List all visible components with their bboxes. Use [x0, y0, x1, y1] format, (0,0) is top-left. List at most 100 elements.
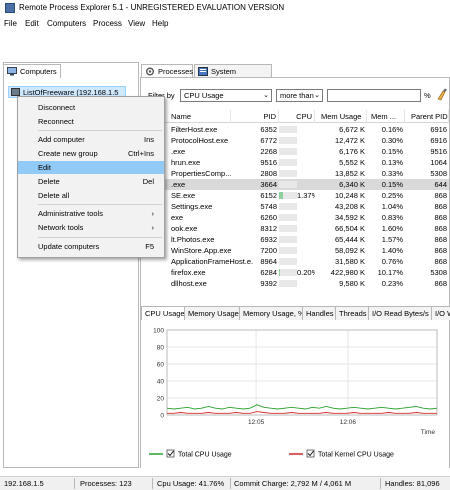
table-row[interactable]: ook.exe 8312 66,504 K 1.60% 868: [141, 223, 449, 234]
column-header-mem-percent[interactable]: Mem ...: [367, 110, 405, 123]
process-parent-pid-cell: 6916: [430, 125, 447, 134]
menu-item-update-computers[interactable]: Update computers F5: [18, 240, 164, 253]
table-row[interactable]: .exe 2268 6,176 K 0.15% 9516: [141, 146, 449, 157]
process-mem-percent-cell: 0.16%: [381, 125, 403, 134]
menu-item-reconnect[interactable]: Reconnect: [18, 115, 164, 128]
table-row[interactable]: FilterHost.exe 6352 6,672 K 0.16% 6916: [141, 124, 449, 135]
status-bar: 192.168.1.5 Processes: 123 Cpu Usage: 41…: [0, 476, 450, 490]
process-mem-percent-cell: 1.60%: [381, 224, 403, 233]
cpu-usage-bar: [279, 126, 297, 133]
menu-process[interactable]: Process: [93, 19, 122, 28]
menu-computers[interactable]: Computers: [47, 19, 86, 28]
process-mem-percent-cell: 10.17%: [377, 268, 403, 277]
menu-item-shortcut: Ctrl+Ins: [127, 149, 154, 158]
table-row[interactable]: hrun.exe 9516 5,552 K 0.13% 1064: [141, 157, 449, 168]
cpu-usage-bar: [279, 148, 297, 155]
filter-operator-select[interactable]: more than ⌄: [276, 89, 323, 102]
tab-system-information[interactable]: System Information: [194, 64, 272, 85]
table-row[interactable]: PropertiesComp... 2808 13,852 K 0.33% 5308: [141, 168, 449, 179]
table-row[interactable]: exe 6260 34,592 K 0.83% 868: [141, 212, 449, 223]
process-name-cell: ook.exe: [171, 224, 198, 233]
process-name-cell: FilterHost.exe: [171, 125, 218, 134]
tab-computers[interactable]: Computers: [3, 64, 61, 78]
graph-tab[interactable]: Memory Usage, %: [239, 306, 309, 320]
graph-tabs: CPU Usage Memory Usage Memory Usage, % Hand…: [141, 306, 450, 320]
process-pid-cell: 2268: [260, 147, 277, 156]
tab-processes[interactable]: Processes: [141, 64, 193, 78]
process-parent-pid-cell: 868: [434, 279, 447, 288]
graph-tab[interactable]: I/O W: [431, 306, 450, 320]
submenu-arrow-icon: ›: [151, 223, 155, 232]
status-handles: Handles: 81,096: [385, 479, 440, 488]
graph-tab[interactable]: Handles: [302, 306, 338, 320]
tab-computers-label: Computers: [20, 67, 57, 76]
graph-tab[interactable]: Threads: [335, 306, 371, 320]
y-tick-label: 60: [157, 362, 165, 369]
process-mem-cell: 66,504 K: [334, 224, 365, 233]
filter-value-input[interactable]: [327, 89, 421, 102]
status-commit-charge: Commit Charge: 2,792 M / 4,061 M: [234, 479, 352, 488]
column-header-cpu[interactable]: CPU: [281, 110, 315, 123]
menu-help[interactable]: Help: [152, 19, 168, 28]
process-mem-percent-cell: 0.15%: [381, 180, 403, 189]
clear-filter-icon[interactable]: [436, 88, 448, 101]
y-tick-label: 20: [157, 396, 165, 403]
cpu-usage-chart: 100 80 60 40 20 0 12:05 12:06 Time Total CPU Usag…: [141, 320, 449, 468]
process-mem-cell: 13,852 K: [334, 169, 365, 178]
menu-separator: [38, 237, 162, 238]
menu-item-disconnect[interactable]: Disconnect: [18, 101, 164, 114]
table-row[interactable]: lt.Photos.exe 6932 65,444 K 1.57% 868: [141, 234, 449, 245]
process-pid-cell: 6772: [260, 136, 277, 145]
process-pid-cell: 6284: [260, 268, 277, 277]
menu-file[interactable]: File: [4, 19, 17, 28]
table-row[interactable]: firefox.exe 6284 0.20% 422,980 K 10.17% 5308: [141, 267, 449, 278]
menu-item-network-tools[interactable]: Network tools ›: [18, 221, 164, 234]
process-pid-cell: 5748: [260, 202, 277, 211]
menu-separator: [38, 130, 162, 131]
filter-unit: %: [424, 91, 431, 100]
cpu-chart-svg: 100 80 60 40 20 0 12:05 12:06 Time Total CPU Usag…: [149, 328, 438, 459]
process-name-cell: dllhost.exe: [171, 279, 207, 288]
plot-frame: [166, 329, 438, 416]
table-row[interactable]: dllhost.exe 9392 9,580 K 0.23% 868: [141, 278, 449, 289]
graph-tab[interactable]: Memory Usage: [184, 306, 243, 320]
column-header-parent-pid[interactable]: Parent PID: [405, 110, 449, 123]
menu-separator: [38, 204, 162, 205]
menu-item-label: Delete: [38, 177, 60, 186]
column-header-name[interactable]: Name: [171, 110, 231, 123]
table-row[interactable]: Settings.exe 5748 43,208 K 1.04% 868: [141, 201, 449, 212]
graph-tab[interactable]: CPU Usage: [141, 306, 189, 320]
chevron-down-icon: ⌄: [314, 92, 320, 99]
menu-item-delete-all[interactable]: Delete all: [18, 189, 164, 202]
cpu-usage-bar: [279, 247, 297, 254]
table-row[interactable]: ApplicationFrameHost.e... 8964 31,580 K 0.7…: [141, 256, 449, 267]
process-pid-cell: 6352: [260, 125, 277, 134]
menu-edit[interactable]: Edit: [25, 19, 39, 28]
table-row[interactable]: SE.exe 6152 1.37% 10,248 K 0.25% 868: [141, 190, 449, 201]
graph-tab[interactable]: I/O Read Bytes/s: [368, 306, 433, 320]
menu-item-label: Network tools: [38, 223, 84, 232]
table-row[interactable]: ProtocolHost.exe 6772 12,472 K 0.30% 6916: [141, 135, 449, 146]
process-mem-cell: 422,980 K: [330, 268, 365, 277]
menu-item-delete[interactable]: Delete Del: [18, 175, 164, 188]
menu-item-create-new-group[interactable]: Create new group Ctrl+Ins: [18, 147, 164, 160]
menu-view[interactable]: View: [128, 19, 145, 28]
column-header-mem-usage[interactable]: Mem Usage: [317, 110, 367, 123]
menu-bar: File Edit Computers Process View Help: [0, 17, 450, 31]
process-parent-pid-cell: 6916: [430, 136, 447, 145]
process-cpu-cell: 1.37%: [297, 191, 315, 200]
table-row[interactable]: .exe 3664 6,340 K 0.15% 644: [141, 179, 449, 190]
series-line: [167, 411, 437, 414]
process-pid-cell: 6152: [260, 191, 277, 200]
column-header-pid[interactable]: PID: [253, 110, 279, 123]
menu-item-add-computer[interactable]: Add computer Ins: [18, 133, 164, 146]
menu-item-administrative-tools[interactable]: Administrative tools ›: [18, 207, 164, 220]
menu-item-edit[interactable]: Edit: [18, 161, 164, 174]
menu-item-shortcut: Del: [142, 177, 154, 186]
table-row[interactable]: WinStore.App.exe 7200 58,092 K 1.40% 868: [141, 245, 449, 256]
system-info-icon: [198, 67, 208, 76]
filter-field-select[interactable]: CPU Usage ⌄: [180, 89, 272, 102]
cpu-usage-bar: [279, 137, 297, 144]
menu-item-shortcut: Ins: [143, 135, 154, 144]
status-separator: [152, 478, 153, 489]
